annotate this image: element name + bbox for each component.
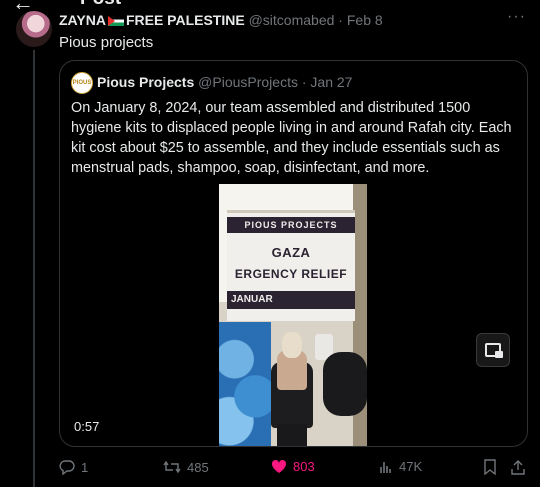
action-bar: 1 485 803 47K [59,459,529,479]
share-button[interactable] [511,459,525,475]
views-count: 47K [399,459,423,474]
separator: · [338,12,343,28]
post-date[interactable]: Feb 8 [347,12,383,28]
views-button[interactable]: 47K [379,459,422,474]
banner-line1: GAZA [271,245,311,260]
avatar[interactable] [16,11,52,47]
like-count: 803 [293,459,315,474]
palestine-flag-icon [107,16,124,26]
author-name[interactable]: ZAYNA [59,12,106,28]
video-scene-person-legs [277,424,307,446]
video-banner: PIOUS PROJECTS GAZA ERGENCY RELIEF JANUA… [227,210,355,321]
quote-author-name[interactable]: Pious Projects [97,74,194,90]
repost-icon [163,460,181,474]
reply-button[interactable]: 1 [59,459,88,475]
repost-count: 485 [187,459,209,475]
picture-in-picture-icon-inset [495,351,503,358]
quote-author-handle[interactable]: @PiousProjects [198,74,298,90]
post-text: Pious projects [59,34,154,51]
reply-icon [59,460,75,475]
video-scene-person-head [282,332,302,358]
bookmark-icon [484,459,496,475]
author-name-suffix[interactable]: FREE PALESTINE [126,12,245,28]
thread-line [33,50,35,487]
top-bar: ← Post [0,0,540,15]
video-duration: 0:57 [74,419,100,434]
quote-date[interactable]: Jan 27 [310,74,352,90]
banner-top-text: PIOUS PROJECTS [227,217,355,233]
views-icon [380,461,391,473]
quote-header: Pious Projects @PiousProjects · Jan 27 [97,74,352,90]
post-header: ZAYNA FREE PALESTINE @sitcomabed · Feb 8 [59,12,383,28]
page-title: Post [80,0,121,10]
separator: · [301,74,307,90]
banner-line2: ERGENCY RELIEF [234,267,348,281]
quote-avatar[interactable]: PIOUS [71,72,93,94]
reply-count: 1 [81,459,89,475]
quoted-post[interactable]: PIOUS Pious Projects @PiousProjects · Ja… [59,60,528,447]
bookmark-button[interactable] [483,459,497,475]
repost-button[interactable]: 485 [163,459,209,475]
more-options-icon[interactable]: ··· [507,8,526,26]
banner-bottom-text: JANUAR [227,291,355,309]
heart-icon [271,459,287,473]
share-icon [511,460,525,475]
author-handle[interactable]: @sitcomabed [249,12,335,28]
video-player[interactable]: PIOUS PROJECTS GAZA ERGENCY RELIEF JANUA… [219,184,367,446]
video-scene-bags [219,322,271,446]
like-button[interactable]: 803 [271,459,315,474]
video-scene-black-bag [323,352,367,416]
quote-text: On January 8, 2024, our team assembled a… [71,100,512,176]
picture-in-picture-button[interactable] [476,333,510,367]
